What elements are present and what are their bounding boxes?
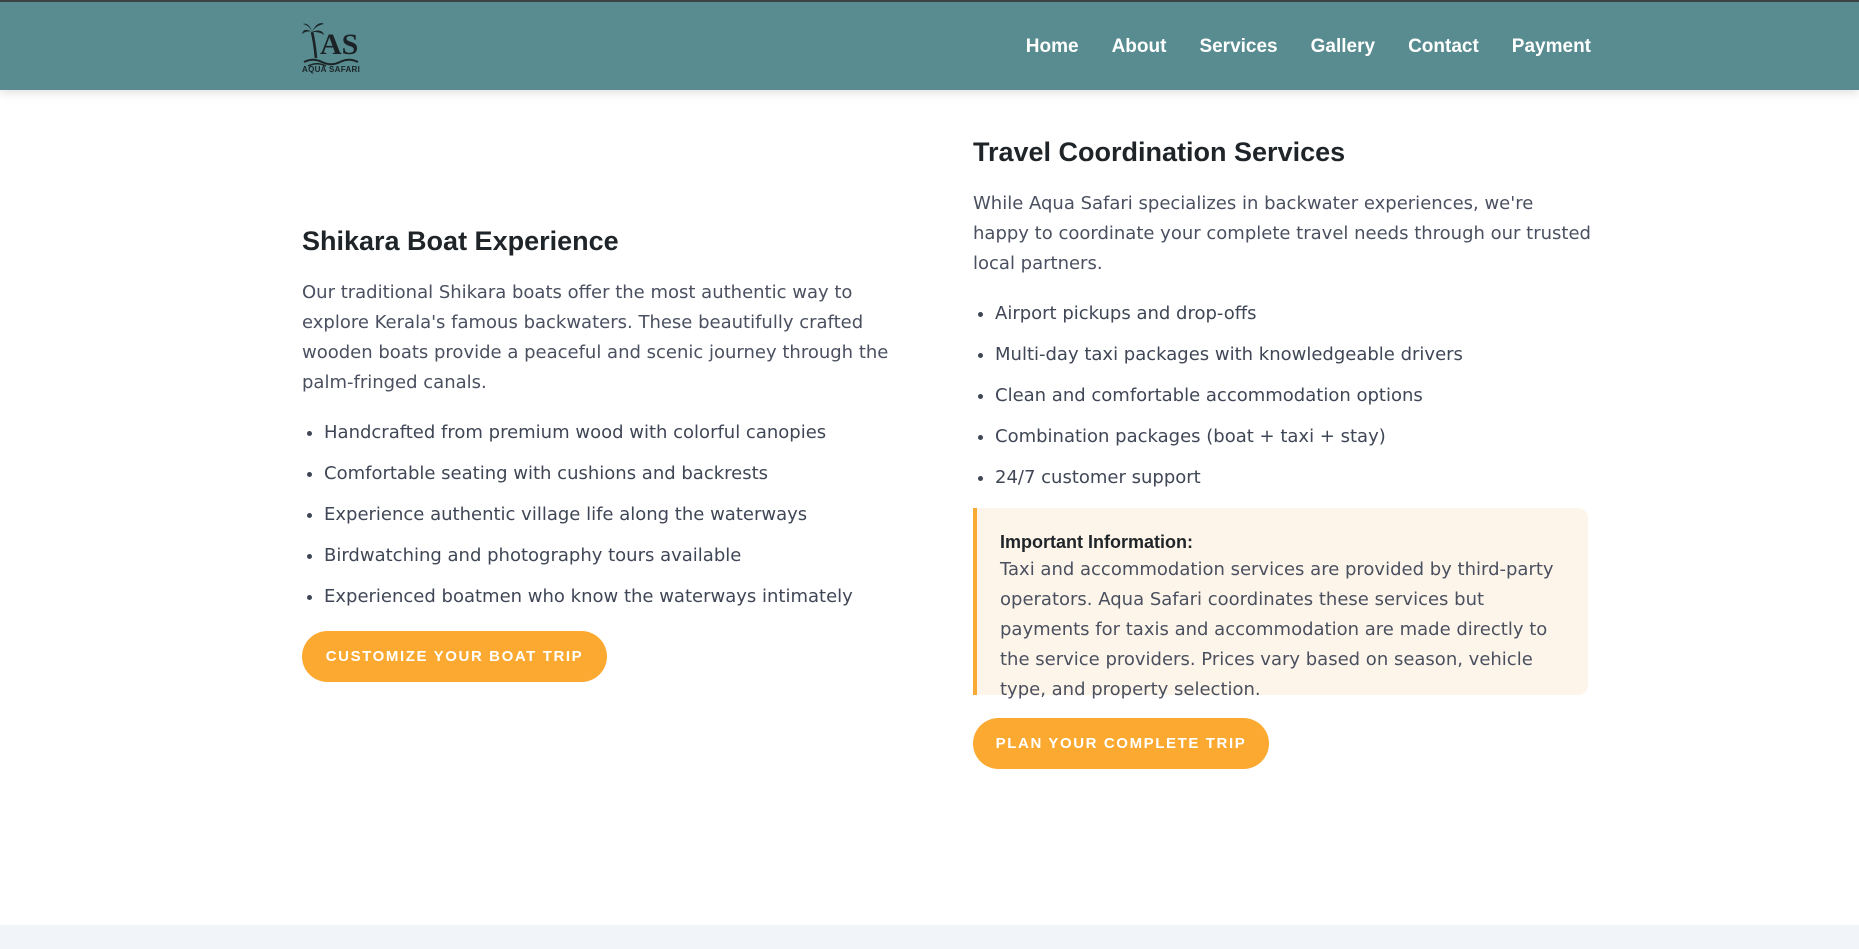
- info-body: Taxi and accommodation services are prov…: [1000, 559, 1554, 700]
- logo-letters: AS: [320, 28, 358, 61]
- list-item: Handcrafted from premium wood with color…: [324, 420, 902, 446]
- list-item: Birdwatching and photography tours avail…: [324, 543, 902, 569]
- travel-feature-list: Airport pickups and drop-offs Multi-day …: [973, 301, 1593, 491]
- nav-home[interactable]: Home: [1026, 36, 1079, 58]
- list-item: Airport pickups and drop-offs: [995, 301, 1593, 327]
- list-item: Experience authentic village life along …: [324, 502, 902, 528]
- shikara-section: Shikara Boat Experience Our traditional …: [302, 224, 902, 682]
- main-nav: Home About Services Gallery Contact Paym…: [993, 36, 1591, 58]
- shikara-feature-list: Handcrafted from premium wood with color…: [302, 420, 902, 610]
- nav-gallery[interactable]: Gallery: [1311, 36, 1375, 58]
- list-item: Multi-day taxi packages with knowledgeab…: [995, 342, 1593, 368]
- info-title: Important Information:: [1000, 532, 1193, 552]
- plan-complete-trip-button[interactable]: Plan Your Complete Trip: [973, 718, 1269, 769]
- list-item: Comfortable seating with cushions and ba…: [324, 461, 902, 487]
- travel-section: Travel Coordination Services While Aqua …: [973, 135, 1593, 769]
- site-header: AS AQUA SAFARI Home About Services Galle…: [0, 2, 1859, 90]
- list-item: 24/7 customer support: [995, 465, 1593, 491]
- shikara-title: Shikara Boat Experience: [302, 226, 619, 256]
- travel-title: Travel Coordination Services: [973, 137, 1346, 167]
- footer-band: [0, 925, 1859, 949]
- important-info-box: Important Information: Taxi and accommod…: [973, 508, 1588, 700]
- nav-payment[interactable]: Payment: [1512, 36, 1591, 58]
- list-item: Clean and comfortable accommodation opti…: [995, 383, 1593, 409]
- travel-description: While Aqua Safari specializes in backwat…: [973, 193, 1591, 274]
- nav-contact[interactable]: Contact: [1408, 36, 1479, 58]
- list-item: Experienced boatmen who know the waterwa…: [324, 584, 902, 610]
- logo-text: AQUA SAFARI: [302, 65, 361, 74]
- customize-boat-trip-button[interactable]: Customize Your Boat Trip: [302, 631, 607, 682]
- list-item: Combination packages (boat + taxi + stay…: [995, 424, 1593, 450]
- nav-about[interactable]: About: [1112, 36, 1167, 58]
- nav-services[interactable]: Services: [1199, 36, 1277, 58]
- shikara-description: Our traditional Shikara boats offer the …: [302, 282, 889, 393]
